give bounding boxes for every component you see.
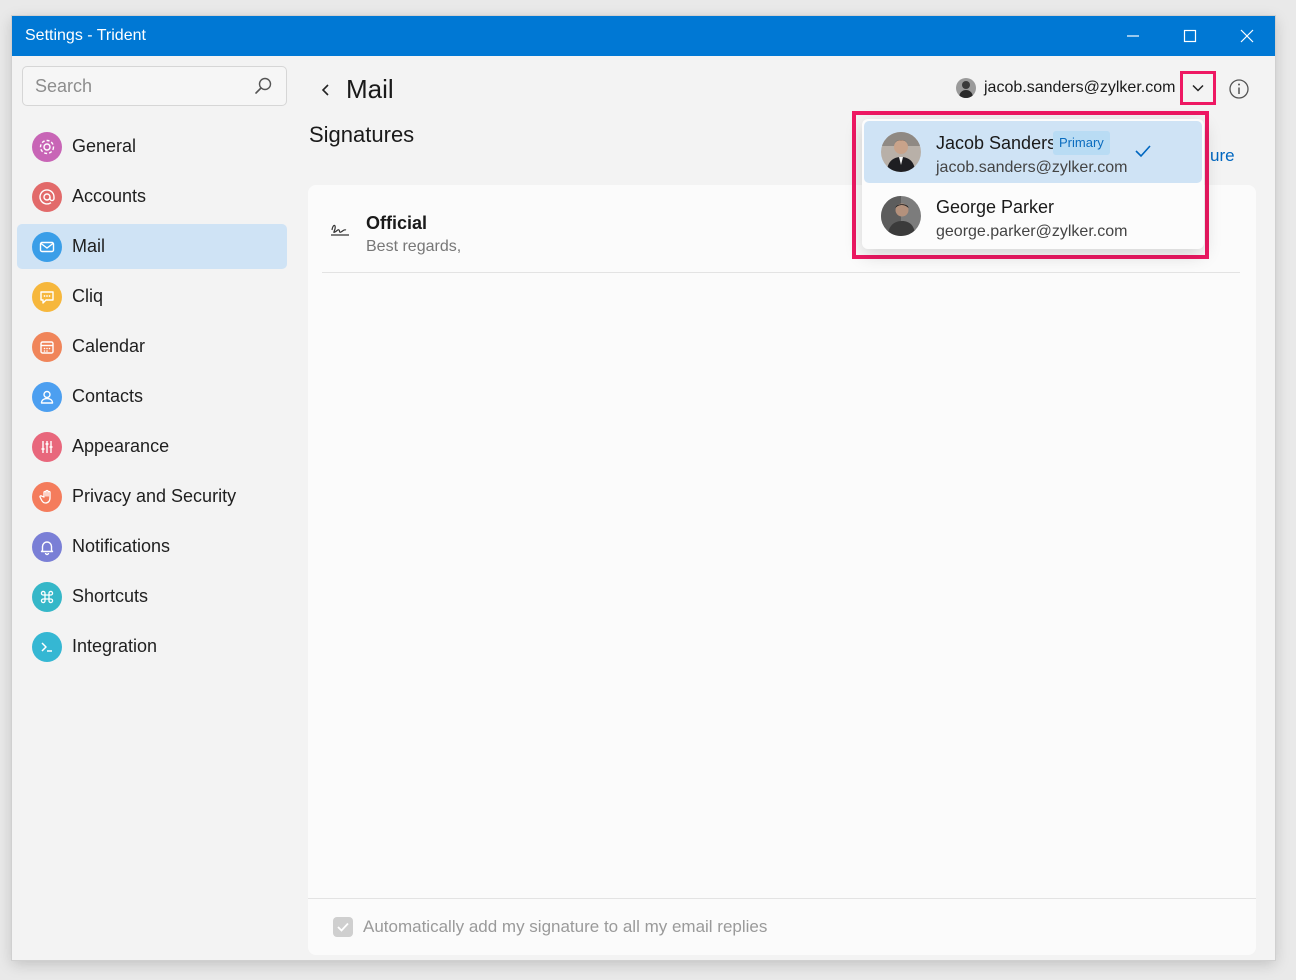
sidebar-item-shortcuts[interactable]: Shortcuts bbox=[17, 574, 287, 619]
signature-icon bbox=[331, 224, 349, 236]
search-box bbox=[22, 66, 287, 106]
account-email: jacob.sanders@zylker.com bbox=[984, 79, 1176, 96]
sidebar-item-accounts[interactable]: Accounts bbox=[17, 174, 287, 219]
sidebar-item-label: Cliq bbox=[72, 286, 104, 306]
back-button[interactable] bbox=[316, 80, 336, 100]
sidebar-item-label: Notifications bbox=[72, 536, 171, 556]
chat-icon bbox=[32, 281, 62, 312]
auto-add-checkbox[interactable] bbox=[333, 917, 353, 937]
chevron-down-icon bbox=[1192, 84, 1204, 92]
account-menu-item-jacob-sanders[interactable]: Jacob Sanders Primary jacob.sanders@zylk… bbox=[864, 121, 1202, 183]
bell-icon bbox=[32, 531, 62, 562]
signature-preview: Best regards, bbox=[366, 238, 462, 255]
sidebar-item-label: Contacts bbox=[72, 386, 144, 406]
checkmark-icon bbox=[337, 922, 349, 932]
sidebar-item-mail[interactable]: Mail bbox=[17, 224, 287, 269]
sidebar-item-label: General bbox=[72, 136, 137, 156]
terminal-icon bbox=[32, 631, 62, 662]
calendar-icon bbox=[32, 331, 62, 362]
sidebar-item-notifications[interactable]: Notifications bbox=[17, 524, 287, 569]
check-icon bbox=[1135, 145, 1151, 158]
account-dropdown-button[interactable] bbox=[1180, 71, 1216, 105]
title-bar: Settings - Trident bbox=[12, 16, 1275, 56]
chevron-left-icon bbox=[321, 84, 329, 96]
account-menu-item-george-parker[interactable]: George Parker george.parker@zylker.com bbox=[864, 185, 1202, 247]
close-button[interactable] bbox=[1218, 16, 1275, 56]
sidebar-item-label: Privacy and Security bbox=[72, 486, 237, 506]
sidebar-item-cliq[interactable]: Cliq bbox=[17, 274, 287, 319]
sidebar-item-label: Calendar bbox=[72, 336, 146, 356]
account-name: Jacob Sanders bbox=[936, 133, 1057, 153]
search-input[interactable] bbox=[23, 75, 243, 97]
page-title: Mail bbox=[346, 74, 394, 104]
command-icon bbox=[32, 581, 62, 612]
signature-name: Official bbox=[366, 213, 428, 233]
new-signature-link[interactable]: ure bbox=[1210, 146, 1235, 166]
maximize-button[interactable] bbox=[1161, 16, 1218, 56]
sliders-icon bbox=[32, 431, 62, 462]
gear-icon bbox=[32, 131, 62, 162]
info-button[interactable] bbox=[1228, 78, 1250, 100]
window-title: Settings - Trident bbox=[25, 27, 146, 44]
minimize-button[interactable] bbox=[1104, 16, 1161, 56]
mail-icon bbox=[32, 231, 62, 262]
sidebar-item-general[interactable]: General bbox=[17, 124, 287, 169]
avatar bbox=[881, 196, 921, 236]
close-icon bbox=[1240, 29, 1253, 43]
avatar bbox=[881, 132, 921, 172]
auto-add-label: Automatically add my signature to all my… bbox=[363, 917, 768, 936]
sidebar-item-calendar[interactable]: Calendar bbox=[17, 324, 287, 369]
sidebar-item-privacy-and-security[interactable]: Privacy and Security bbox=[17, 474, 287, 519]
account-email: jacob.sanders@zylker.com bbox=[936, 159, 1128, 176]
account-menu: Jacob Sanders Primary jacob.sanders@zylk… bbox=[862, 119, 1204, 249]
account-email: george.parker@zylker.com bbox=[936, 223, 1128, 240]
account-selector[interactable]: jacob.sanders@zylker.com bbox=[956, 78, 1175, 98]
at-icon bbox=[32, 181, 62, 212]
sidebar-item-integration[interactable]: Integration bbox=[17, 624, 287, 669]
auto-add-option: Automatically add my signature to all my… bbox=[308, 898, 1256, 955]
sidebar-item-label: Appearance bbox=[72, 436, 170, 456]
sidebar: General Accounts Mail Cliq bbox=[12, 56, 302, 960]
account-name: George Parker bbox=[936, 197, 1055, 217]
maximize-icon bbox=[1183, 29, 1196, 43]
minimize-icon bbox=[1126, 35, 1139, 37]
sidebar-item-label: Shortcuts bbox=[72, 586, 149, 606]
info-icon bbox=[1229, 79, 1249, 99]
hand-icon bbox=[32, 481, 62, 512]
sidebar-item-contacts[interactable]: Contacts bbox=[17, 374, 287, 419]
search-icon[interactable] bbox=[254, 77, 272, 95]
sidebar-nav: General Accounts Mail Cliq Calendar Cont… bbox=[17, 124, 287, 674]
section-title: Signatures bbox=[309, 122, 415, 147]
primary-badge: Primary bbox=[1053, 131, 1110, 155]
sidebar-item-appearance[interactable]: Appearance bbox=[17, 424, 287, 469]
person-icon bbox=[32, 381, 62, 412]
sidebar-item-label: Integration bbox=[72, 636, 158, 656]
signatures-card: Official Best regards, Automatically add… bbox=[308, 185, 1256, 955]
sidebar-item-label: Mail bbox=[72, 236, 106, 256]
sidebar-item-label: Accounts bbox=[72, 186, 147, 206]
avatar bbox=[956, 78, 976, 98]
